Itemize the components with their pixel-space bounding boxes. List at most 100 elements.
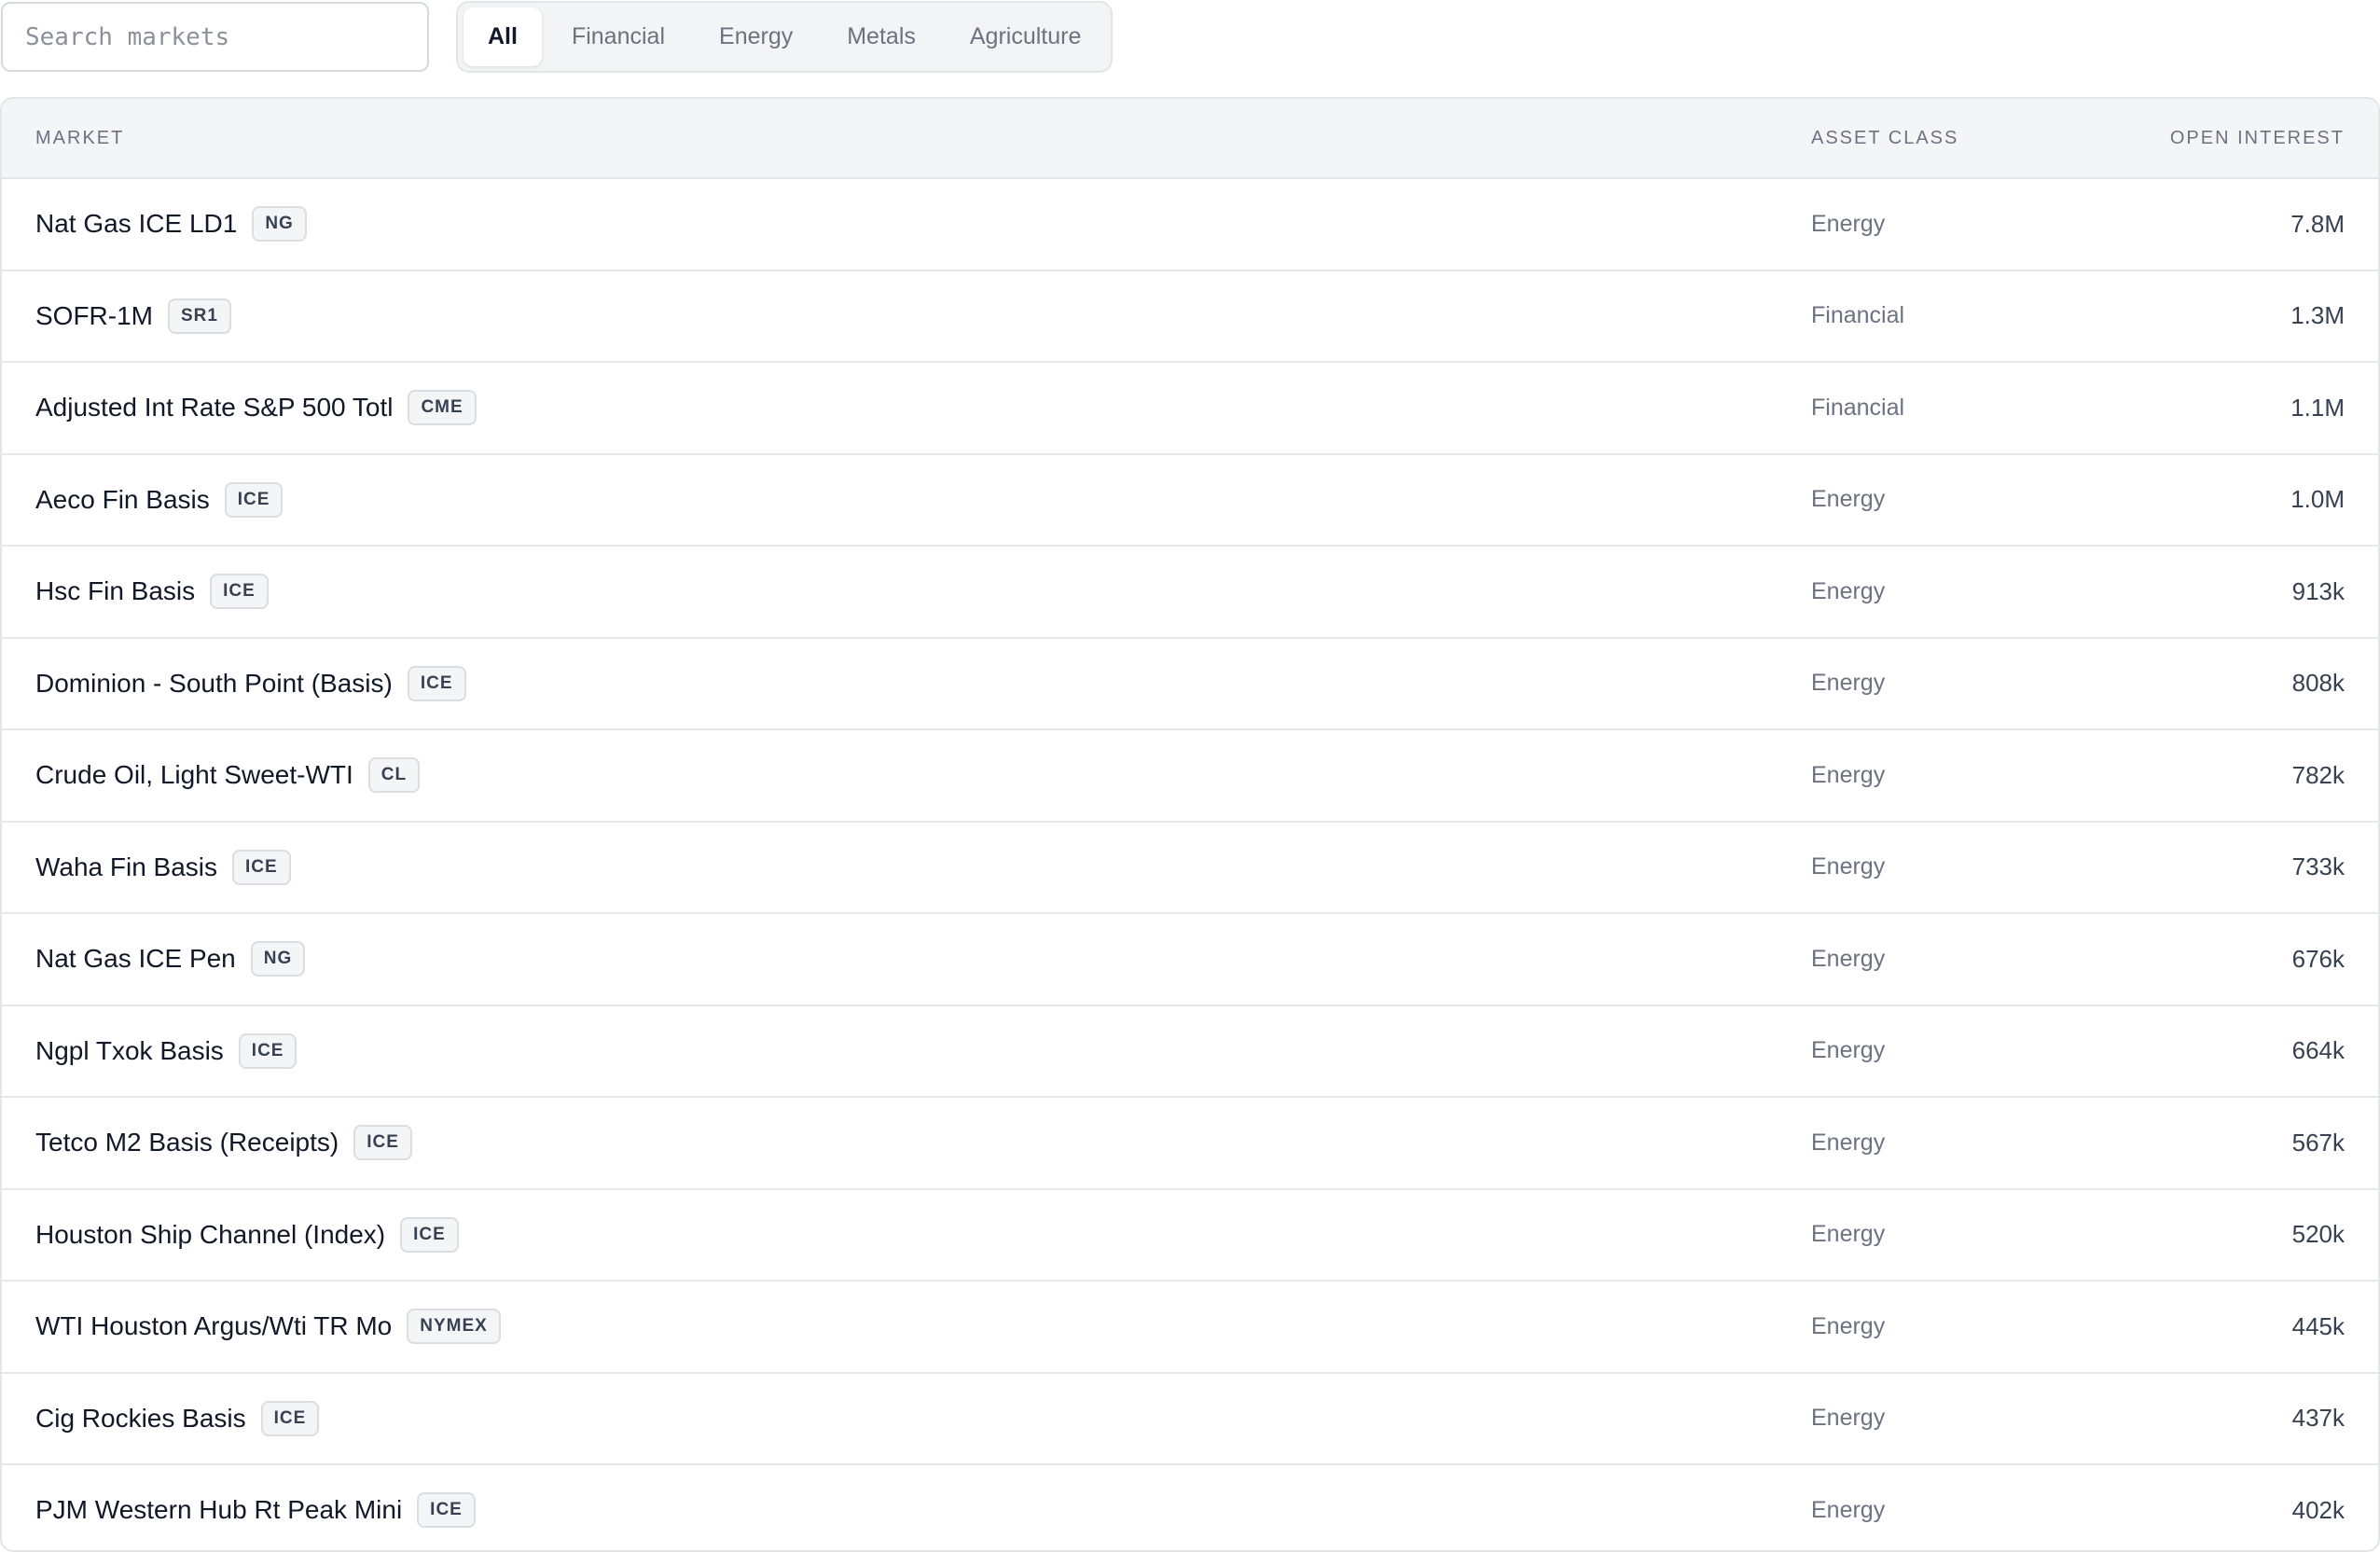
- market-cell: Nat Gas ICE Pen NG: [35, 941, 306, 977]
- market-cell: Aeco Fin Basis ICE: [35, 481, 284, 518]
- exchange-badge: ICE: [417, 1492, 476, 1529]
- market-name: Tetco M2 Basis (Receipts): [35, 1128, 339, 1157]
- table-row[interactable]: Crude Oil, Light Sweet-WTI CL Energy 782k: [2, 730, 2378, 823]
- filter-agriculture[interactable]: Agriculture: [946, 7, 1106, 66]
- exchange-badge: ICE: [353, 1125, 412, 1161]
- market-name: WTI Houston Argus/Wti TR Mo: [35, 1311, 393, 1341]
- asset-class-cell: Energy: [1811, 577, 1886, 604]
- filter-financial[interactable]: Financial: [547, 7, 689, 66]
- open-interest-cell: 1.1M: [2290, 393, 2345, 422]
- asset-class-cell: Energy: [1811, 1221, 1886, 1248]
- exchange-badge: NYMEX: [407, 1309, 501, 1345]
- table-row[interactable]: Aeco Fin Basis ICE Energy 1.0M: [2, 455, 2378, 547]
- table-row[interactable]: Nat Gas ICE LD1 NG Energy 7.8M: [2, 179, 2378, 271]
- market-name: Hsc Fin Basis: [35, 576, 196, 606]
- market-name: Adjusted Int Rate S&P 500 Totl: [35, 393, 394, 423]
- asset-class-cell: Financial: [1811, 302, 1905, 329]
- search-box[interactable]: [1, 2, 429, 72]
- market-cell: Adjusted Int Rate S&P 500 Totl CME: [35, 390, 477, 426]
- market-cell: Crude Oil, Light Sweet-WTI CL: [35, 757, 421, 794]
- exchange-badge: ICE: [224, 481, 284, 518]
- table-row[interactable]: Adjusted Int Rate S&P 500 Totl CME Financi…: [2, 363, 2378, 455]
- market-name: PJM Western Hub Rt Peak Mini: [35, 1495, 403, 1525]
- exchange-badge: ICE: [232, 849, 291, 885]
- filter-metals[interactable]: Metals: [823, 7, 940, 66]
- market-name: Aeco Fin Basis: [35, 484, 210, 514]
- exchange-badge: NG: [252, 206, 307, 242]
- exchange-badge: CL: [367, 757, 421, 794]
- open-interest-cell: 7.8M: [2290, 209, 2345, 238]
- asset-class-cell: Energy: [1811, 486, 1886, 513]
- open-interest-cell: 664k: [2291, 1036, 2345, 1065]
- open-interest-cell: 437k: [2291, 1404, 2345, 1433]
- table-row[interactable]: Nat Gas ICE Pen NG Energy 676k: [2, 914, 2378, 1006]
- table-row[interactable]: Hsc Fin Basis ICE Energy 913k: [2, 547, 2378, 639]
- exchange-badge: ICE: [210, 574, 269, 610]
- market-name: Waha Fin Basis: [35, 852, 218, 881]
- column-header-open-interest[interactable]: OPEN INTEREST: [2170, 128, 2345, 149]
- table-row[interactable]: PJM Western Hub Rt Peak Mini ICE Energy 402…: [2, 1465, 2378, 1550]
- open-interest-cell: 913k: [2291, 576, 2345, 605]
- market-cell: Cig Rockies Basis ICE: [35, 1400, 320, 1436]
- asset-class-cell: Energy: [1811, 853, 1886, 880]
- filter-all[interactable]: All: [464, 7, 542, 66]
- asset-class-cell: Energy: [1811, 761, 1886, 788]
- filter-energy[interactable]: Energy: [695, 7, 817, 66]
- table-row[interactable]: Cig Rockies Basis ICE Energy 437k: [2, 1374, 2378, 1465]
- market-name: Crude Oil, Light Sweet-WTI: [35, 760, 353, 790]
- market-name: Houston Ship Channel (Index): [35, 1219, 386, 1249]
- asset-class-cell: Energy: [1811, 1312, 1886, 1339]
- market-cell: WTI Houston Argus/Wti TR Mo NYMEX: [35, 1309, 501, 1345]
- table-row[interactable]: Dominion - South Point (Basis) ICE Energy 8…: [2, 639, 2378, 730]
- market-name: SOFR-1M: [35, 300, 153, 330]
- market-cell: Waha Fin Basis ICE: [35, 849, 291, 885]
- exchange-badge: SR1: [168, 298, 231, 334]
- market-cell: Hsc Fin Basis ICE: [35, 574, 269, 610]
- open-interest-cell: 1.3M: [2290, 301, 2345, 330]
- toolbar: All Financial Energy Metals Agriculture: [0, 0, 2380, 75]
- market-cell: Nat Gas ICE LD1 NG: [35, 206, 307, 242]
- exchange-badge: ICE: [260, 1400, 320, 1436]
- table-row[interactable]: SOFR-1M SR1 Financial 1.3M: [2, 271, 2378, 363]
- exchange-badge: ICE: [400, 1216, 459, 1253]
- markets-table: MARKET ASSET CLASS OPEN INTEREST Nat Gas…: [0, 97, 2380, 1552]
- asset-class-filter: All Financial Energy Metals Agriculture: [456, 1, 1114, 73]
- market-name: Nat Gas ICE Pen: [35, 944, 236, 974]
- column-header-asset-class[interactable]: ASSET CLASS: [1811, 128, 1958, 149]
- market-name: Cig Rockies Basis: [35, 1403, 246, 1433]
- table-row[interactable]: Tetco M2 Basis (Receipts) ICE Energy 567k: [2, 1098, 2378, 1190]
- open-interest-cell: 445k: [2291, 1311, 2345, 1340]
- table-row[interactable]: Houston Ship Channel (Index) ICE Energy 520…: [2, 1190, 2378, 1282]
- column-header-market[interactable]: MARKET: [35, 128, 124, 149]
- exchange-badge: NG: [250, 941, 306, 977]
- asset-class-cell: Energy: [1811, 945, 1886, 972]
- market-name: Ngpl Txok Basis: [35, 1035, 224, 1065]
- market-cell: SOFR-1M SR1: [35, 298, 231, 334]
- table-row[interactable]: Ngpl Txok Basis ICE Energy 664k: [2, 1006, 2378, 1098]
- table-row[interactable]: Waha Fin Basis ICE Energy 733k: [2, 823, 2378, 914]
- asset-class-cell: Energy: [1811, 670, 1886, 697]
- table-header: MARKET ASSET CLASS OPEN INTEREST: [2, 99, 2378, 179]
- open-interest-cell: 1.0M: [2290, 485, 2345, 514]
- market-name: Nat Gas ICE LD1: [35, 209, 238, 239]
- search-input[interactable]: [25, 22, 427, 51]
- open-interest-cell: 567k: [2291, 1128, 2345, 1157]
- table-row[interactable]: WTI Houston Argus/Wti TR Mo NYMEX Energy 44…: [2, 1282, 2378, 1374]
- market-cell: PJM Western Hub Rt Peak Mini ICE: [35, 1492, 476, 1529]
- exchange-badge: ICE: [238, 1032, 298, 1069]
- exchange-badge: CME: [408, 390, 477, 426]
- asset-class-cell: Energy: [1811, 1129, 1886, 1156]
- market-cell: Houston Ship Channel (Index) ICE: [35, 1216, 459, 1253]
- asset-class-cell: Energy: [1811, 1496, 1886, 1523]
- market-name: Dominion - South Point (Basis): [35, 668, 393, 698]
- market-cell: Ngpl Txok Basis ICE: [35, 1032, 298, 1069]
- open-interest-cell: 733k: [2291, 852, 2345, 881]
- table-body: Nat Gas ICE LD1 NG Energy 7.8M SOFR-1M SR1 Fin…: [2, 179, 2378, 1550]
- asset-class-cell: Energy: [1811, 1405, 1886, 1432]
- open-interest-cell: 402k: [2291, 1495, 2345, 1524]
- open-interest-cell: 782k: [2291, 760, 2345, 789]
- open-interest-cell: 808k: [2291, 669, 2345, 698]
- asset-class-cell: Energy: [1811, 1037, 1886, 1064]
- asset-class-cell: Energy: [1811, 210, 1886, 237]
- open-interest-cell: 676k: [2291, 944, 2345, 973]
